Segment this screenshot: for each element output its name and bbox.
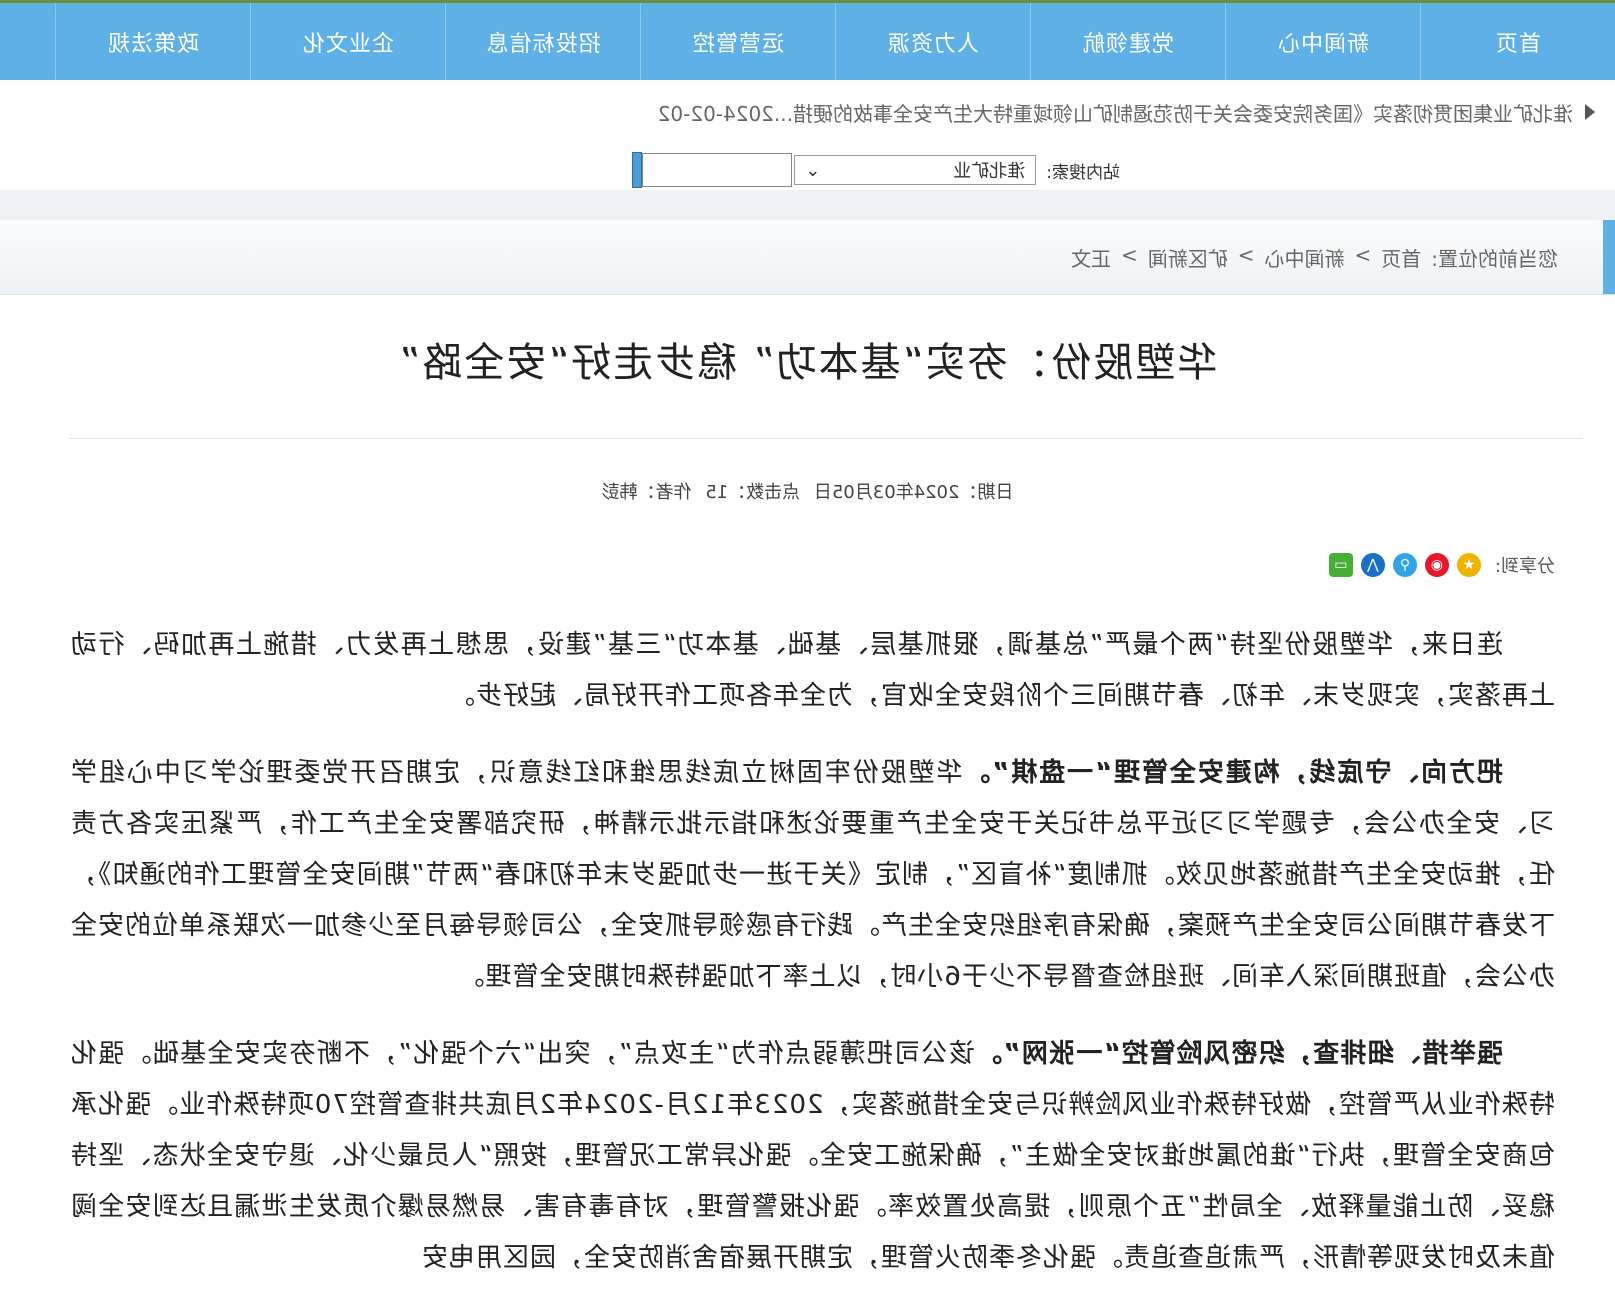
breadcrumb-news[interactable]: 新闻中心 xyxy=(1264,243,1344,272)
news-ticker: 淮北矿业集团贯彻落实《国务院安委会关于防范遏制矿山领域重特大生产安全事故的硬措.… xyxy=(0,88,1615,136)
ticker-link[interactable]: 淮北矿业集团贯彻落实《国务院安委会关于防范遏制矿山领域重特大生产安全事故的硬措.… xyxy=(658,98,1573,127)
breadcrumb-sep: > xyxy=(1120,242,1138,267)
search-button[interactable] xyxy=(632,152,643,188)
breadcrumb: 您当前的位置: 首页 > 新闻中心 > 矿区新闻 > 正文 xyxy=(1071,243,1558,272)
weibo-icon[interactable]: ◉ xyxy=(1424,553,1449,577)
nav-item-policy[interactable]: 政策法规 xyxy=(55,3,250,80)
article-paragraph: 强举措、细排查，织密风险管控“一张网”。该公司把薄弱点作为“主攻点”，突出“六个… xyxy=(70,1029,1555,1284)
nav-item-hr[interactable]: 人力资源 xyxy=(835,3,1030,80)
breadcrumb-sep: > xyxy=(1237,242,1255,267)
nav-item-operations[interactable]: 运营管控 xyxy=(640,3,835,80)
article-meta: 日期：2024年03月05日 点击数：15 作者：韩彭 xyxy=(0,478,1615,504)
breadcrumb-sep: > xyxy=(1354,242,1372,267)
main-nav: 首页 新闻中心 党建领航 人力资源 运营管控 招投标信息 企业文化 政策法规 xyxy=(0,3,1615,80)
breadcrumb-prefix: 您当前的位置: xyxy=(1431,246,1558,271)
renren-icon[interactable]: ⋀ xyxy=(1360,553,1385,577)
page-root: 首页 新闻中心 党建领航 人力资源 运营管控 招投标信息 企业文化 政策法规 淮… xyxy=(0,0,1615,1285)
ticker-arrow-icon[interactable] xyxy=(1585,104,1595,120)
paragraph-text: 华塑股份牢固树立底线思维和红线意识，定期召开党委理论学习中心组学习、安全办公会，… xyxy=(69,758,1555,992)
article-paragraph: 连日来，华塑股份坚持“两个最严”总基调，狠抓基层、基础、基本功“三基”建设，思想… xyxy=(70,620,1555,722)
article-paragraph: 把方向、守底线，构建安全管理“一盘棋”。华塑股份牢固树立底线思维和红线意识，定期… xyxy=(70,748,1555,1003)
star-icon[interactable]: ★ xyxy=(1456,553,1481,577)
paragraph-text: 该公司把薄弱点作为“主攻点”，突出“六个强化”，不断夯实安全基础。强化特殊作业从… xyxy=(70,1039,1555,1273)
breadcrumb-current: 正文 xyxy=(1070,246,1111,271)
nav-item-culture[interactable]: 企业文化 xyxy=(250,3,445,80)
nav-item-party[interactable]: 党建领航 xyxy=(1030,3,1225,80)
search-scope-value: 淮北矿业 xyxy=(953,161,1026,182)
nav-item-bidding[interactable]: 招投标信息 xyxy=(445,3,640,80)
qq-icon[interactable]: ⚲ xyxy=(1392,553,1417,577)
share-label: 分享到: xyxy=(1494,556,1555,577)
search-input[interactable] xyxy=(642,153,793,187)
article-title: 华塑股份：夯实“基本功” 稳步走好“安全路” xyxy=(397,340,1218,386)
nav-item-home[interactable]: 首页 xyxy=(1420,3,1615,80)
nav-item-news[interactable]: 新闻中心 xyxy=(1225,3,1420,80)
paragraph-heading: 把方向、守底线，构建安全管理“一盘棋”。 xyxy=(962,758,1503,788)
article-author: 作者：韩彭 xyxy=(601,482,692,503)
breadcrumb-mine-news[interactable]: 矿区新闻 xyxy=(1148,243,1228,272)
title-divider xyxy=(68,438,1583,439)
breadcrumb-accent xyxy=(1603,220,1615,294)
article-body: 连日来，华塑股份坚持“两个最严”总基调，狠抓基层、基础、基本功“三基”建设，思想… xyxy=(70,620,1555,1310)
wechat-icon[interactable]: ▭ xyxy=(1328,553,1353,577)
chevron-down-icon: ⌄ xyxy=(805,159,821,181)
breadcrumb-home[interactable]: 首页 xyxy=(1381,243,1421,272)
paragraph-heading: 强举措、细排查，织密风险管控“一张网”。 xyxy=(974,1039,1503,1069)
paragraph-text: 连日来，华塑股份坚持“两个最严”总基调，狠抓基层、基础、基本功“三基”建设，思想… xyxy=(70,630,1555,711)
search-label: 站内搜索: xyxy=(1046,162,1120,183)
search-scope-select[interactable]: 淮北矿业 ⌄ xyxy=(794,155,1037,185)
article-views: 点击数：15 xyxy=(705,482,801,503)
site-search: 站内搜索: 淮北矿业 ⌄ xyxy=(632,152,1120,188)
breadcrumb-bar: 您当前的位置: 首页 > 新闻中心 > 矿区新闻 > 正文 xyxy=(0,220,1615,295)
article-date: 日期：2024年03月05日 xyxy=(813,482,1014,503)
divider-band xyxy=(0,190,1615,220)
share-bar: 分享到: ★ ◉ ⚲ ⋀ ▭ xyxy=(1328,552,1555,578)
